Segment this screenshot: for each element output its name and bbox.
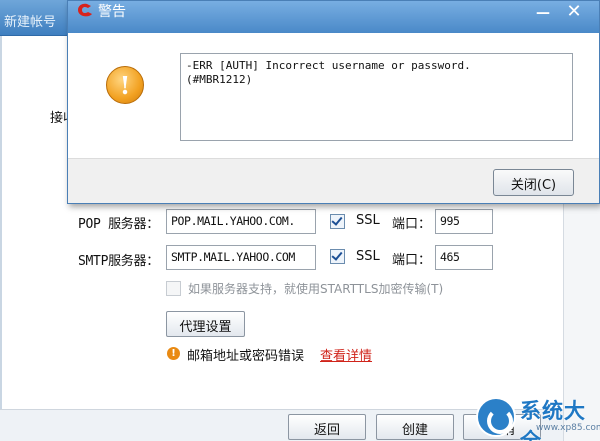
alert-title: 警告	[98, 4, 126, 20]
smtp-port-input[interactable]: 465	[435, 245, 493, 270]
app-logo-icon	[78, 3, 92, 17]
pop-server-input[interactable]: POP.MAIL.YAHOO.COM.	[166, 209, 316, 234]
starttls-label: 如果服务器支持，就使用STARTTLS加密传输(T)	[188, 282, 444, 296]
watermark: 系统大全 www.xp85.com	[476, 393, 600, 441]
close-window-button[interactable]: ✕	[563, 1, 585, 22]
warning-exclamation-icon: !	[106, 66, 144, 104]
close-button[interactable]: 关闭(C)	[493, 169, 574, 196]
watermark-logo-icon	[476, 397, 516, 437]
error-message: 邮箱地址或密码错误	[187, 349, 305, 364]
smtp-server-input[interactable]: SMTP.MAIL.YAHOO.COM	[166, 245, 316, 270]
smtp-server-label: SMTP服务器：	[78, 254, 159, 269]
watermark-url: www.xp85.com	[536, 423, 600, 433]
minimize-button[interactable]: —	[534, 5, 552, 21]
error-message-box[interactable]: -ERR [AUTH] Incorrect username or passwo…	[180, 53, 573, 141]
pop-port-input[interactable]: 995	[435, 209, 493, 234]
pop-ssl-label: SSL	[356, 213, 380, 228]
watermark-text: 系统大全	[520, 399, 586, 441]
pop-port-label: 端口：	[392, 217, 432, 232]
pop-server-label: POP 服务器：	[78, 217, 159, 232]
alert-footer: 关闭(C)	[68, 158, 599, 203]
checkbox-checked-icon	[331, 214, 343, 226]
alert-dialog: 警告 — ✕ ! -ERR [AUTH] Incorrect username …	[67, 0, 600, 204]
smtp-port-label: 端口：	[392, 253, 432, 268]
view-details-link[interactable]: 查看详情	[320, 345, 372, 364]
alert-titlebar: 警告 — ✕	[68, 1, 599, 33]
window-border	[0, 36, 2, 441]
new-account-title: 新建帐号	[4, 15, 57, 30]
back-button[interactable]: 返回	[288, 414, 366, 440]
alert-body: ! -ERR [AUTH] Incorrect username or pass…	[68, 33, 599, 158]
checkbox-checked-icon	[331, 249, 343, 261]
smtp-ssl-checkbox[interactable]	[330, 249, 345, 264]
create-button[interactable]: 创建	[376, 414, 454, 440]
starttls-checkbox[interactable]	[166, 281, 181, 296]
proxy-settings-button[interactable]: 代理设置	[166, 311, 245, 337]
smtp-ssl-label: SSL	[356, 249, 380, 264]
error-dot-icon: !	[167, 347, 180, 360]
pop-ssl-checkbox[interactable]	[330, 214, 345, 229]
